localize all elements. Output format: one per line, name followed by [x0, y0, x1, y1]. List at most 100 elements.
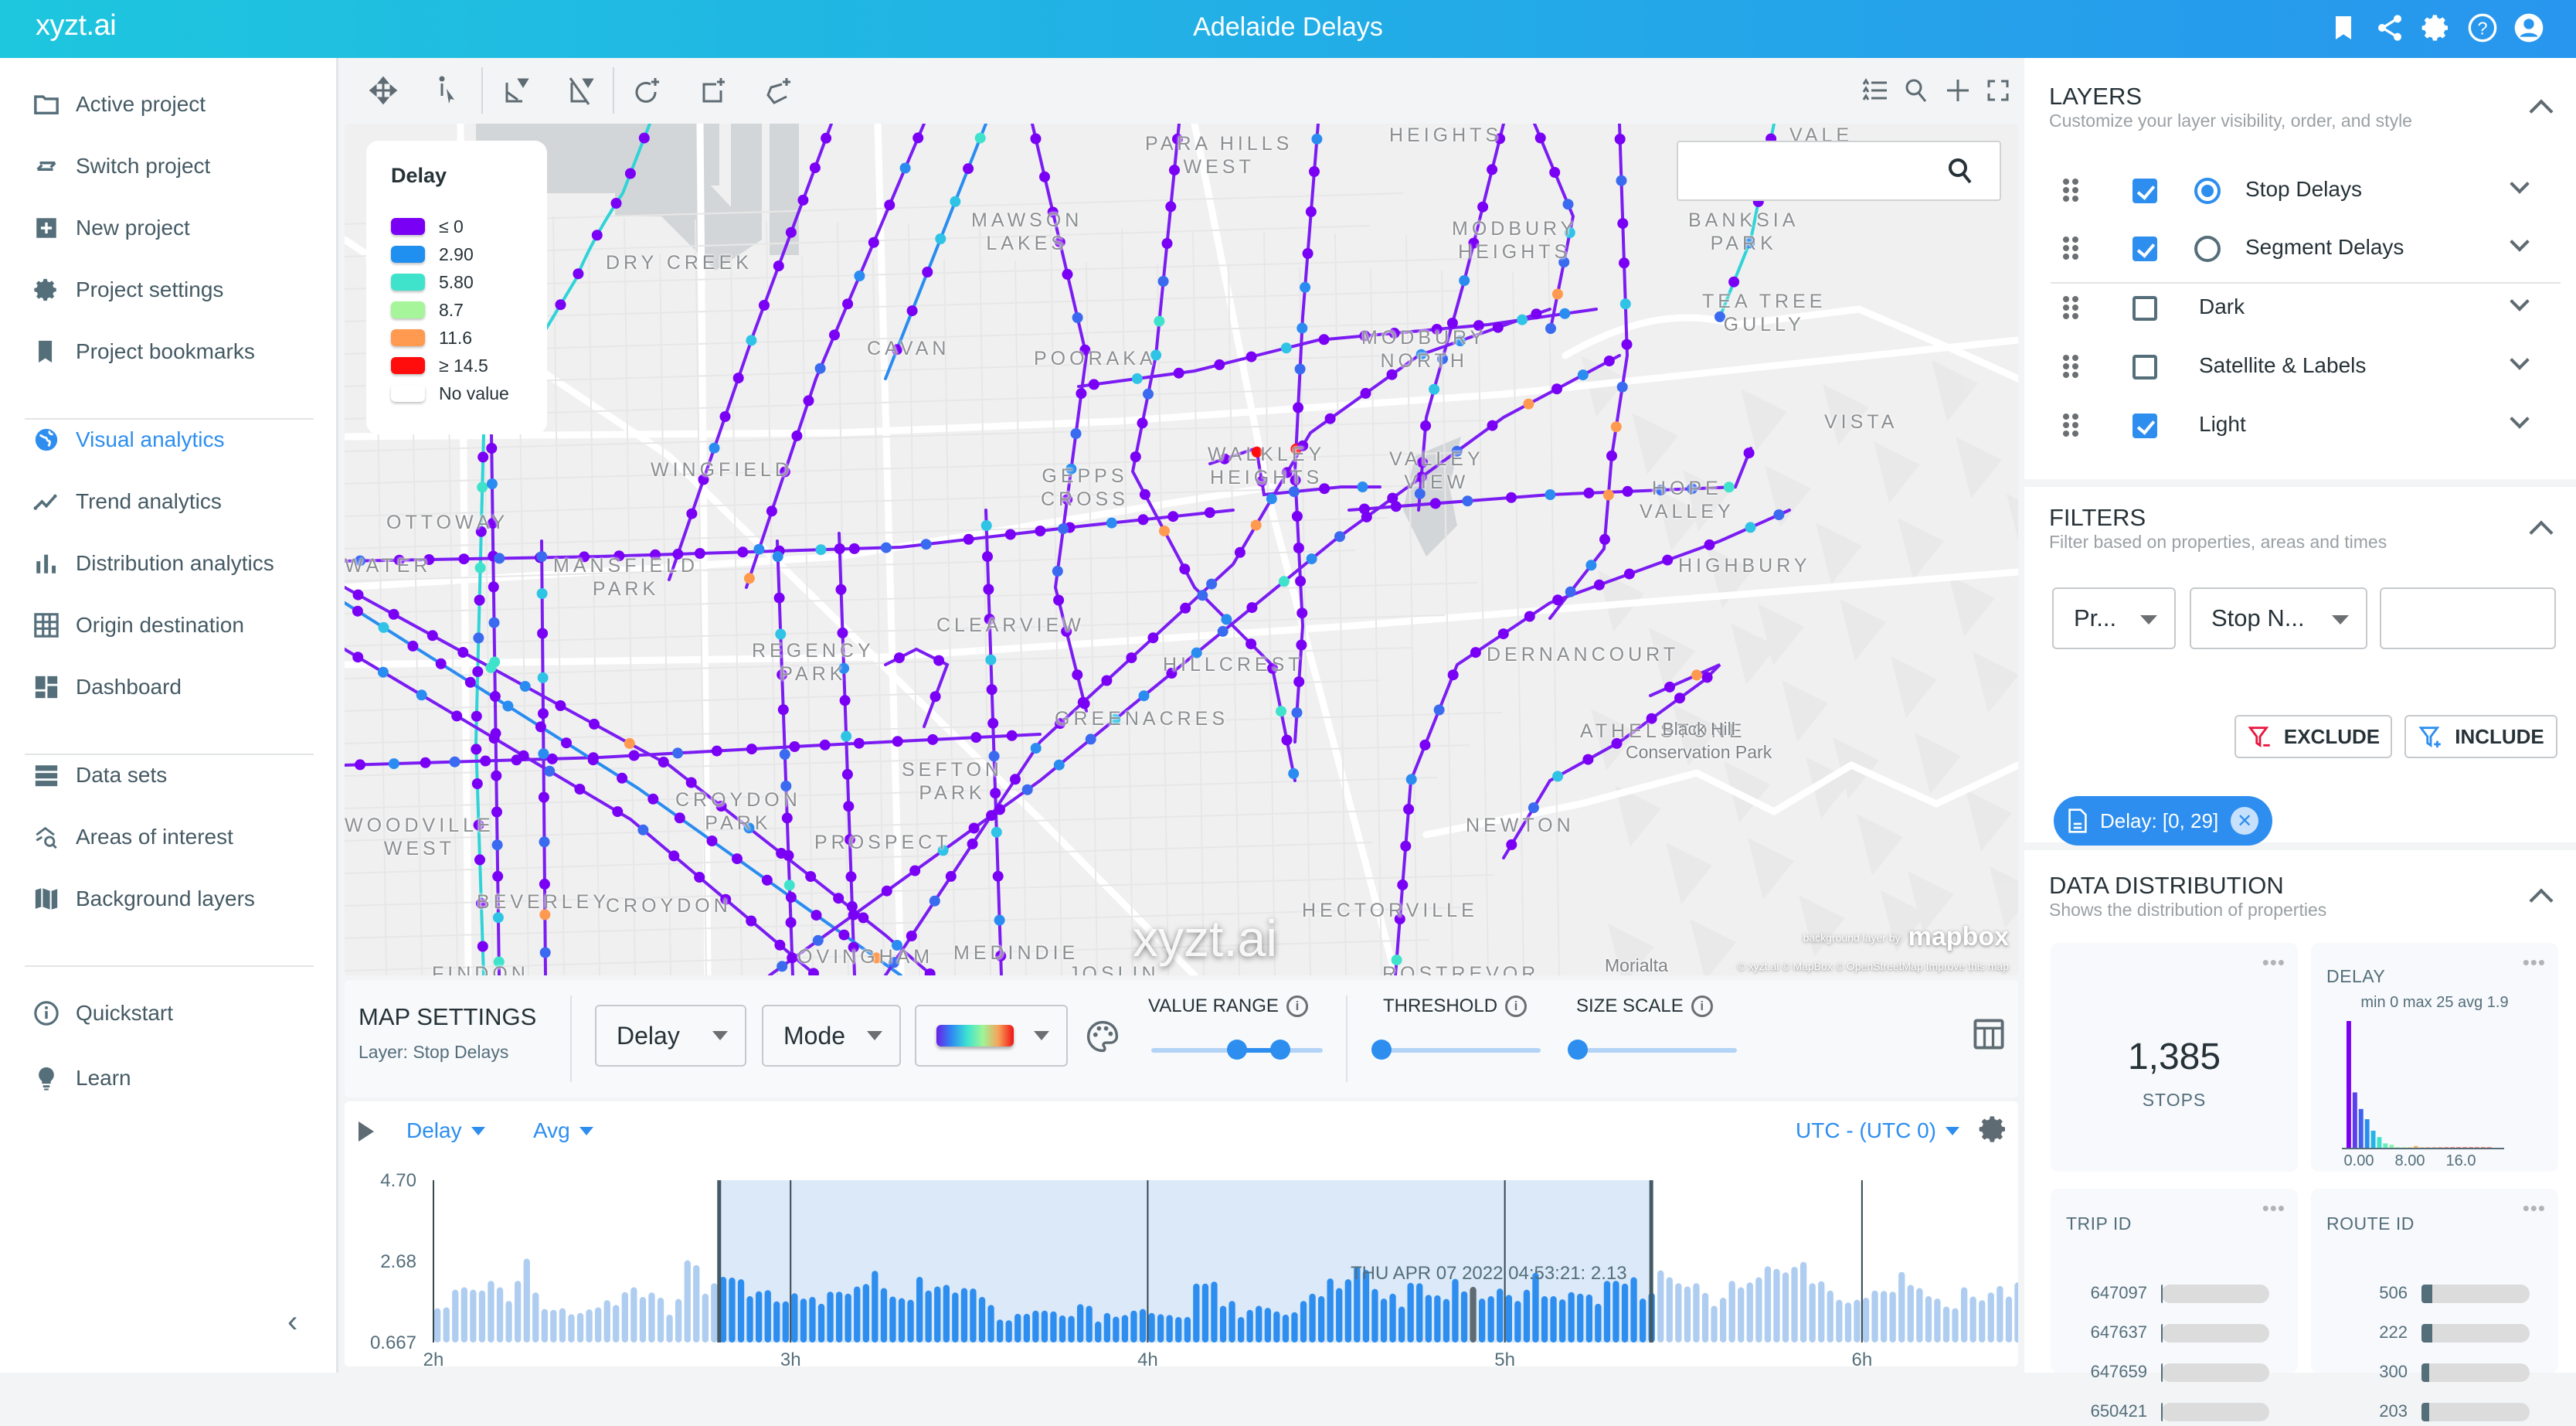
stop-marker[interactable]	[783, 880, 795, 891]
bar-row[interactable]: 647659	[2051, 1359, 2298, 1387]
timeline-bar[interactable]	[756, 1291, 763, 1343]
stop-marker[interactable]	[743, 573, 755, 584]
stop-marker[interactable]	[1070, 428, 1082, 440]
stop-marker[interactable]	[1296, 322, 1308, 334]
stop-marker[interactable]	[686, 508, 698, 519]
stop-marker[interactable]	[773, 260, 784, 272]
stop-marker[interactable]	[821, 132, 832, 144]
timeline-bar[interactable]	[603, 1300, 610, 1343]
timeline-bar[interactable]	[1836, 1299, 1843, 1343]
timeline-bar[interactable]	[1818, 1281, 1825, 1343]
stop-marker[interactable]	[1419, 739, 1431, 750]
stop-marker[interactable]	[451, 710, 463, 722]
timeline-aggregation-select[interactable]: Avg	[533, 1118, 593, 1143]
stop-marker[interactable]	[906, 931, 917, 941]
layer-visibility-checkbox[interactable]	[2133, 179, 2157, 203]
timeline-bar[interactable]	[711, 1283, 718, 1343]
stop-marker[interactable]	[880, 542, 892, 553]
timeline-bar[interactable]	[729, 1278, 736, 1343]
stop-marker[interactable]	[427, 630, 438, 642]
stop-marker[interactable]	[929, 895, 940, 907]
stop-marker[interactable]	[1300, 281, 1311, 293]
stop-marker[interactable]	[1552, 594, 1564, 606]
stop-marker[interactable]	[1403, 804, 1415, 815]
histogram-bar[interactable]	[2364, 1119, 2370, 1149]
timeline-bar[interactable]	[854, 1286, 861, 1343]
stop-marker[interactable]	[685, 777, 697, 788]
stop-marker[interactable]	[1311, 133, 1323, 145]
stop-marker[interactable]	[610, 198, 622, 209]
filter-field-select[interactable]: Stop N...	[2190, 587, 2367, 649]
stop-marker[interactable]	[868, 237, 879, 248]
stop-marker[interactable]	[834, 543, 845, 554]
timeline-bar[interactable]	[1050, 1311, 1057, 1343]
stop-marker[interactable]	[1295, 575, 1307, 587]
stop-marker[interactable]	[1429, 498, 1441, 509]
stop-marker[interactable]	[480, 755, 491, 767]
stop-marker[interactable]	[1459, 275, 1470, 286]
timeline-bar[interactable]	[1701, 1292, 1709, 1343]
slider-thumb[interactable]	[1568, 1040, 1588, 1060]
stop-marker[interactable]	[1492, 322, 1504, 333]
timeline-bar[interactable]	[782, 1301, 789, 1343]
stop-marker[interactable]	[1126, 652, 1137, 664]
timeline-bar[interactable]	[1291, 1312, 1298, 1343]
slider-thumb[interactable]	[1269, 1040, 1290, 1060]
stop-marker[interactable]	[1545, 489, 1556, 500]
stop-marker[interactable]	[388, 758, 399, 770]
stop-marker[interactable]	[1077, 696, 1089, 708]
stop-marker[interactable]	[835, 584, 847, 595]
stop-marker[interactable]	[1294, 363, 1306, 375]
timeline-bar[interactable]	[997, 1319, 1004, 1343]
stop-marker[interactable]	[1165, 201, 1177, 213]
stop-marker[interactable]	[1030, 743, 1042, 754]
timeline-bar[interactable]	[1389, 1293, 1396, 1343]
layer-visibility-checkbox[interactable]	[2133, 237, 2157, 261]
timeline-bar[interactable]	[1139, 1309, 1147, 1343]
stop-marker[interactable]	[537, 672, 549, 683]
stop-marker[interactable]	[471, 778, 483, 789]
stop-marker[interactable]	[785, 891, 797, 903]
bar-row[interactable]: 650421	[2051, 1398, 2298, 1426]
sidebar-item-distribution-analytics[interactable]: Distribution analytics	[31, 540, 274, 587]
sidebar-item-trend-analytics[interactable]: Trend analytics	[31, 478, 222, 525]
timeline-bar[interactable]	[737, 1279, 745, 1343]
layer-visibility-checkbox[interactable]	[2133, 296, 2157, 321]
stop-marker[interactable]	[737, 546, 749, 558]
stop-marker[interactable]	[711, 745, 722, 757]
stop-marker[interactable]	[772, 551, 783, 562]
stop-marker[interactable]	[1528, 802, 1539, 814]
stop-marker[interactable]	[706, 836, 718, 846]
stop-marker[interactable]	[1593, 579, 1605, 590]
timeline-bar[interactable]	[1256, 1305, 1263, 1343]
stop-marker[interactable]	[746, 744, 757, 755]
stop-marker[interactable]	[1606, 450, 1617, 461]
timeline-bar[interactable]	[1032, 1310, 1039, 1343]
timeline-bar[interactable]	[1854, 1299, 1861, 1343]
more-options-icon[interactable]: •••	[2523, 1198, 2546, 1218]
stop-marker[interactable]	[473, 632, 484, 644]
stop-marker[interactable]	[1101, 675, 1113, 686]
stop-marker[interactable]	[1293, 676, 1305, 688]
stop-marker[interactable]	[1139, 488, 1150, 500]
stop-marker[interactable]	[899, 162, 911, 174]
timeline-bar[interactable]	[595, 1307, 602, 1343]
stop-marker[interactable]	[833, 893, 845, 904]
stop-marker[interactable]	[474, 562, 486, 573]
stop-marker[interactable]	[1602, 489, 1614, 501]
stop-marker[interactable]	[950, 196, 961, 207]
stop-marker[interactable]	[537, 628, 549, 639]
histogram-bar[interactable]	[2358, 1108, 2364, 1149]
stop-marker[interactable]	[1058, 523, 1069, 535]
timeline-chart[interactable]: 2h 3h 4h 5h 6h 0.667 2.68 4.70 THU APR 07 2022 0…	[345, 1148, 2018, 1366]
stop-marker[interactable]	[1324, 413, 1336, 424]
stop-marker[interactable]	[922, 267, 933, 277]
stop-marker[interactable]	[858, 912, 869, 924]
timeline-bar[interactable]	[1844, 1302, 1852, 1343]
timeline-bar[interactable]	[1059, 1315, 1066, 1343]
timeline-bar[interactable]	[586, 1309, 593, 1343]
timeline-bar[interactable]	[1309, 1293, 1316, 1343]
drag-handle-icon[interactable]	[2063, 296, 2078, 319]
stop-marker[interactable]	[1197, 590, 1208, 601]
timeline-bar[interactable]	[800, 1298, 807, 1343]
